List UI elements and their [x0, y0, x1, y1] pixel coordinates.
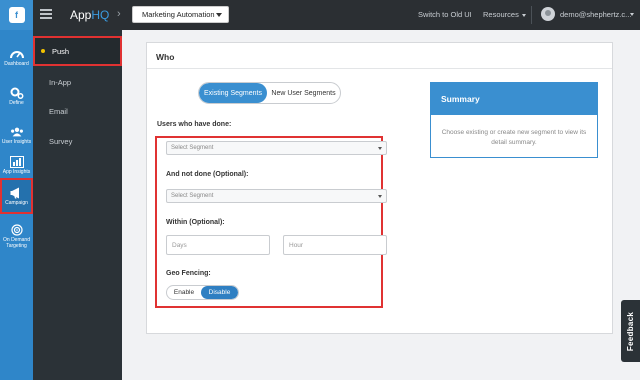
caret-down-icon	[521, 13, 526, 17]
caret-down-icon	[378, 195, 382, 198]
app-selector-dropdown[interactable]: Marketing Automation	[132, 6, 229, 23]
caret-down-icon[interactable]	[630, 13, 634, 16]
card-title: Who	[156, 52, 175, 62]
chevron-right-icon: ›	[117, 8, 121, 20]
campaign-subnav: Push In-App Email Survey	[33, 30, 122, 380]
subnav-item-email[interactable]: Email	[33, 96, 122, 126]
rail-item-on-demand-targeting[interactable]: On Demand Targeting	[0, 214, 33, 256]
divider	[531, 6, 532, 24]
shopping-bag-icon: f	[8, 7, 25, 23]
gears-icon	[10, 87, 24, 99]
top-bar: f AppHQ › Marketing Automation Switch to…	[0, 0, 640, 30]
icon-rail: Dashboard Define User Insights App Insig…	[0, 30, 33, 380]
brand-name: AppHQ	[70, 8, 110, 22]
existing-segments-tab[interactable]: Existing Segments	[199, 83, 267, 103]
hamburger-menu-icon[interactable]	[40, 9, 52, 19]
caret-down-icon	[378, 147, 382, 150]
summary-title: Summary	[431, 83, 597, 115]
segment-form-highlight: Select Segment And not done (Optional): …	[155, 136, 387, 308]
user-email-menu[interactable]: demo@shephertz.c...	[560, 10, 631, 19]
subnav-item-in-app[interactable]: In-App	[33, 67, 122, 97]
within-label: Within (Optional):	[166, 219, 225, 226]
rail-item-dashboard[interactable]: Dashboard	[0, 38, 33, 80]
new-user-segments-tab[interactable]: New User Segments	[267, 83, 340, 103]
geo-fencing-toggle: Enable Disable	[166, 285, 239, 300]
feedback-tab[interactable]: Feedback	[621, 300, 640, 362]
target-icon	[10, 224, 24, 236]
not-done-label: And not done (Optional):	[166, 171, 249, 178]
caret-down-icon	[216, 13, 222, 17]
app-selector-value: Marketing Automation	[142, 10, 215, 19]
rail-item-define[interactable]: Define	[0, 77, 33, 119]
resources-menu[interactable]: Resources	[483, 10, 526, 19]
divider	[147, 68, 612, 69]
users-done-select[interactable]: Select Segment	[166, 141, 387, 155]
gauge-icon	[9, 48, 24, 60]
hour-input[interactable]: Hour	[283, 235, 387, 255]
switch-old-ui-link[interactable]: Switch to Old UI	[418, 10, 472, 19]
days-input[interactable]: Days	[166, 235, 270, 255]
geo-disable-button[interactable]: Disable	[201, 286, 238, 299]
megaphone-icon	[10, 187, 24, 199]
summary-text: Choose existing or create new segment to…	[441, 129, 587, 146]
active-dot-icon	[41, 49, 45, 53]
geo-fencing-label: Geo Fencing:	[166, 270, 211, 277]
rail-item-campaign[interactable]: Campaign	[0, 178, 33, 214]
app-logo[interactable]: f	[0, 0, 33, 30]
users-done-label: Users who have done:	[157, 121, 232, 128]
users-icon	[10, 126, 24, 138]
geo-enable-button[interactable]: Enable	[167, 286, 201, 299]
chart-icon	[9, 156, 24, 168]
segment-type-toggle: Existing Segments New User Segments	[198, 82, 341, 104]
subnav-item-push[interactable]: Push	[33, 36, 122, 66]
summary-panel: Summary Choose existing or create new se…	[430, 82, 598, 158]
not-done-select[interactable]: Select Segment	[166, 189, 387, 203]
user-avatar[interactable]	[541, 7, 555, 21]
subnav-item-survey[interactable]: Survey	[33, 126, 122, 156]
